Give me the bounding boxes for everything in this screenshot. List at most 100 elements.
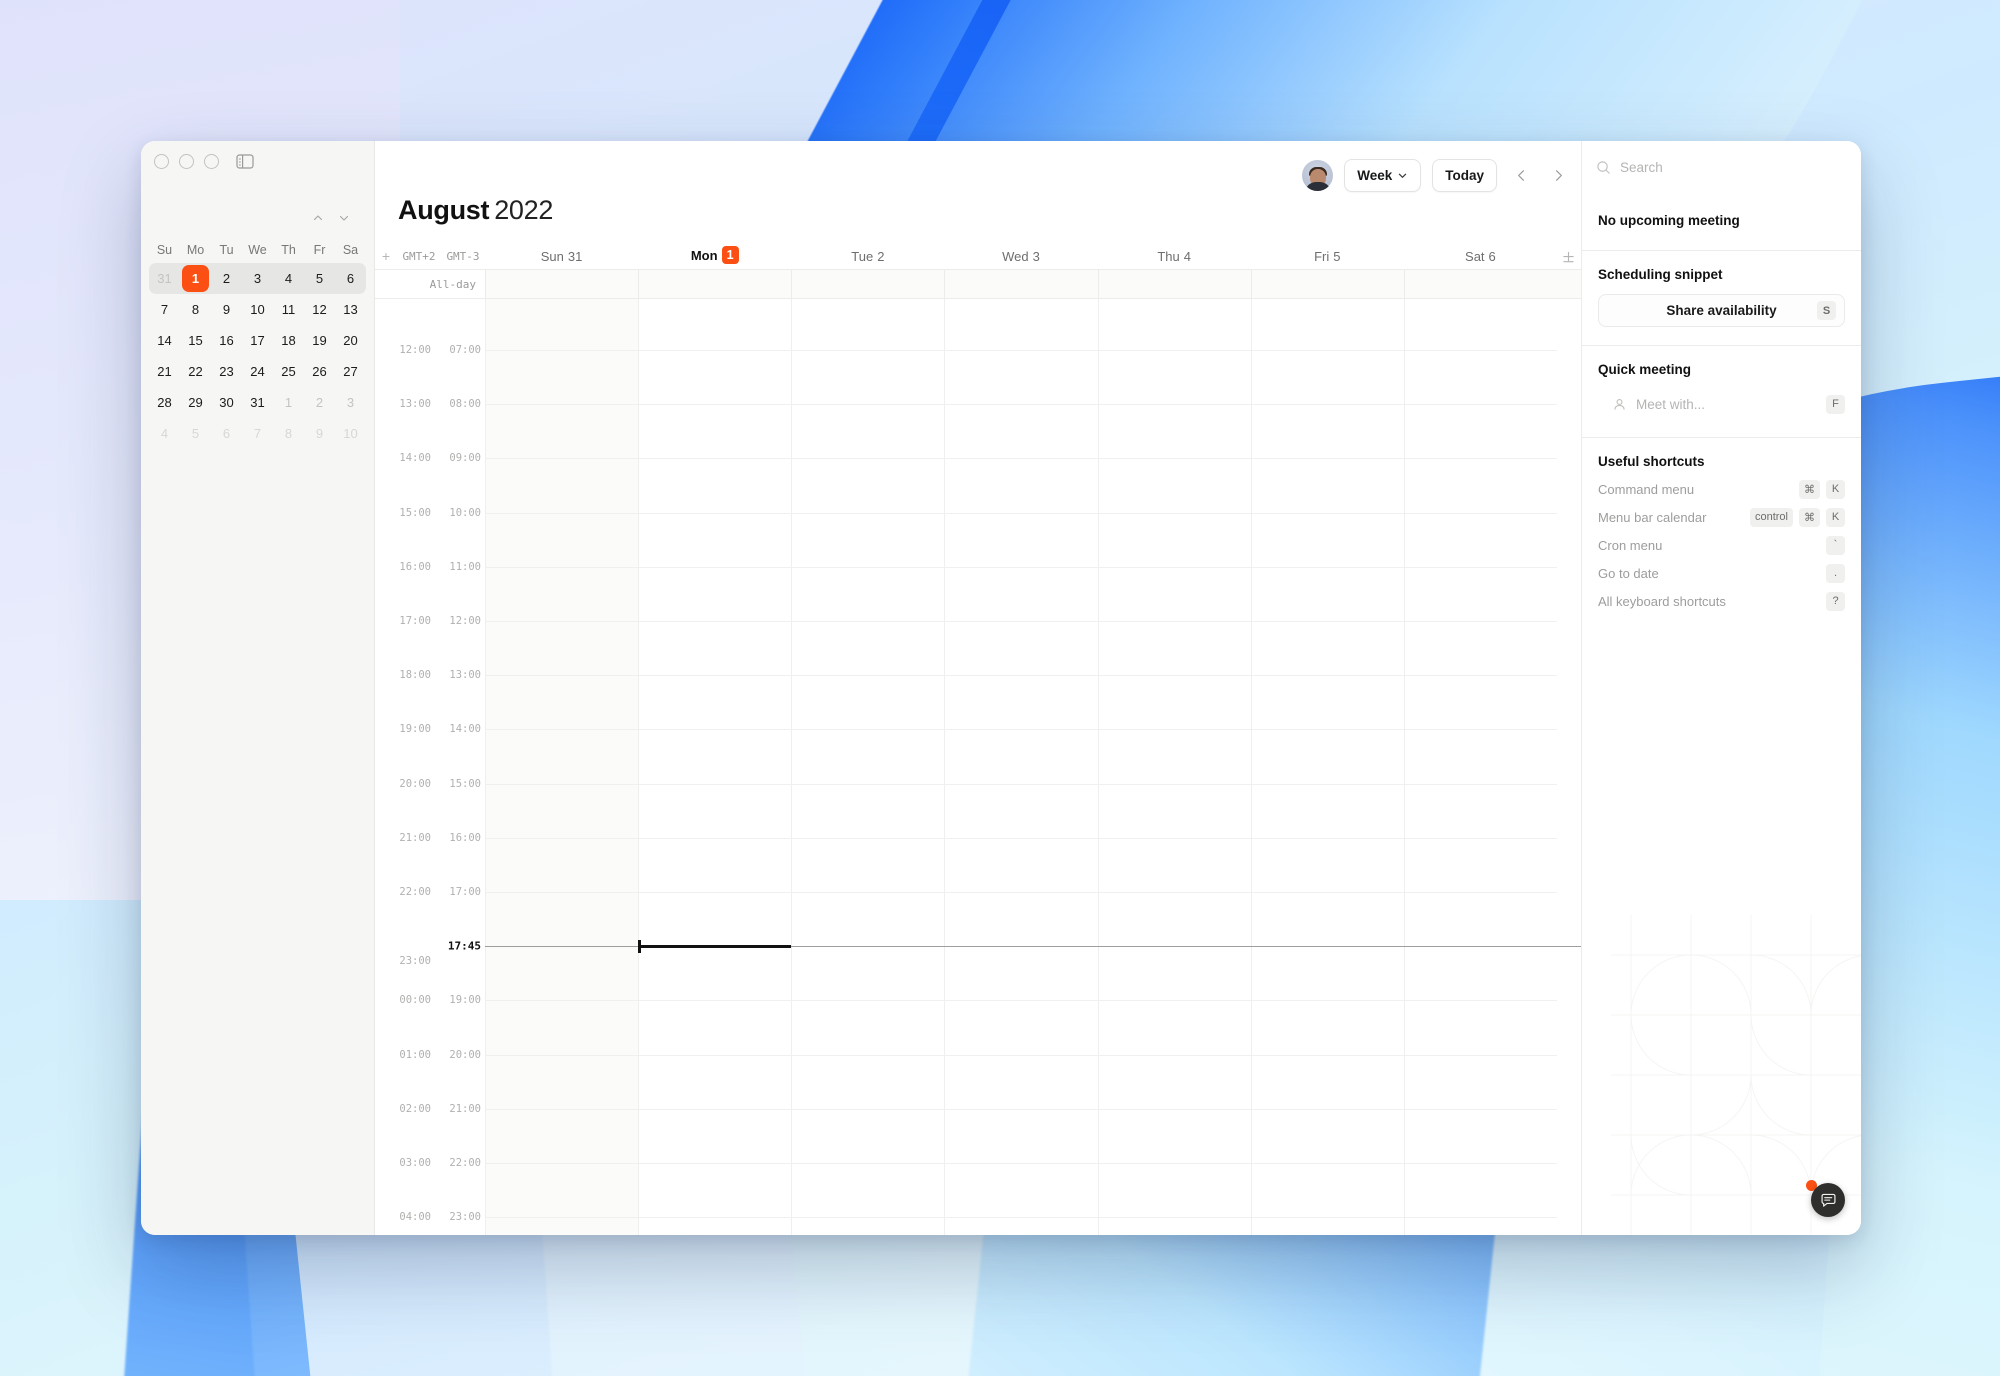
all-day-cell[interactable]	[485, 270, 639, 298]
mini-calendar-day[interactable]: 26	[304, 356, 335, 387]
mini-calendar-day[interactable]: 8	[273, 418, 304, 449]
mini-calendar-day[interactable]: 24	[242, 356, 273, 387]
shortcut-row[interactable]: Menu bar calendar control ⌘ K	[1598, 503, 1845, 531]
collapse-columns-icon[interactable]	[1557, 251, 1581, 264]
mini-calendar-day[interactable]: 4	[273, 263, 304, 294]
mini-calendar-day[interactable]: 16	[211, 325, 242, 356]
mini-calendar-day[interactable]: 7	[242, 418, 273, 449]
minimize-button[interactable]	[179, 154, 194, 169]
mini-calendar-day[interactable]: 28	[149, 387, 180, 418]
chevron-left-icon[interactable]	[1508, 163, 1534, 189]
all-day-row[interactable]: All-day	[375, 269, 1581, 299]
plus-icon[interactable]: +	[375, 248, 397, 264]
mini-calendar-day[interactable]: 5	[304, 263, 335, 294]
shortcut-row[interactable]: Cron menu `	[1598, 531, 1845, 559]
grid-hour-line	[485, 1054, 1557, 1056]
time-label-tz1: 02:00	[399, 1102, 431, 1115]
mini-calendar-day[interactable]: 5	[180, 418, 211, 449]
mini-calendar-day[interactable]: 11	[273, 294, 304, 325]
mini-calendar-day[interactable]: 9	[304, 418, 335, 449]
mini-calendar-day[interactable]: 12	[304, 294, 335, 325]
mini-calendar-day[interactable]: 10	[242, 294, 273, 325]
mini-calendar-day[interactable]: 9	[211, 294, 242, 325]
day-header-mon[interactable]: Mon 1	[638, 246, 791, 264]
mini-calendar-day[interactable]: 31	[242, 387, 273, 418]
sidebar-toggle-icon[interactable]	[236, 154, 254, 169]
mini-calendar-day[interactable]: 1	[273, 387, 304, 418]
all-day-cell[interactable]	[791, 270, 945, 298]
mini-calendar-day[interactable]: 6	[211, 418, 242, 449]
zoom-button[interactable]	[204, 154, 219, 169]
day-header-tue[interactable]: Tue 2	[791, 249, 944, 264]
mini-calendar-day[interactable]: 20	[335, 325, 366, 356]
day-header-fri[interactable]: Fri 5	[1251, 249, 1404, 264]
mini-calendar-day[interactable]: 3	[335, 387, 366, 418]
mini-calendar-day[interactable]: 4	[149, 418, 180, 449]
chevron-up-icon[interactable]	[311, 211, 325, 225]
close-button[interactable]	[154, 154, 169, 169]
day-header-sun[interactable]: Sun 31	[485, 249, 638, 264]
all-day-cell[interactable]	[1097, 270, 1251, 298]
mini-calendar-day[interactable]: 14	[149, 325, 180, 356]
mini-calendar-day[interactable]: 1	[180, 263, 211, 294]
shortcut-row[interactable]: Command menu ⌘ K	[1598, 475, 1845, 503]
mini-calendar-day[interactable]: 2	[304, 387, 335, 418]
mini-calendar-day[interactable]: 18	[273, 325, 304, 356]
mini-calendar-day[interactable]: 21	[149, 356, 180, 387]
calendar-grid[interactable]: 12:00 07:00 13:00 08:00 14:00 09:00 15:00 10:00…	[375, 299, 1581, 1235]
day-column-sun[interactable]	[485, 299, 639, 1235]
mini-calendar-day[interactable]: 30	[211, 387, 242, 418]
timezone-label[interactable]: GMT+2	[397, 250, 441, 263]
day-header-thu[interactable]: Thu 4	[1098, 249, 1251, 264]
mini-calendar-day[interactable]: 29	[180, 387, 211, 418]
day-header-row: + GMT+2 GMT-3 Sun 31 Mon 1 Tue 2 Wed 3 Thu 4 Fri 5 Sat 6	[375, 241, 1581, 269]
meet-with-input[interactable]: Meet with... F	[1598, 389, 1845, 419]
share-availability-button[interactable]: Share availability S	[1598, 294, 1845, 327]
day-header-wed[interactable]: Wed 3	[944, 249, 1097, 264]
day-column-sat[interactable]	[1403, 299, 1557, 1235]
day-columns[interactable]	[485, 299, 1557, 1235]
chat-bubble-button[interactable]	[1811, 1183, 1845, 1217]
mini-calendar-day[interactable]: 19	[304, 325, 335, 356]
mini-calendar-day-number: 1	[182, 265, 209, 292]
view-selector[interactable]: Week	[1344, 159, 1422, 192]
search-input[interactable]: Search	[1620, 160, 1663, 175]
day-header-sat[interactable]: Sat 6	[1404, 249, 1557, 264]
today-button[interactable]: Today	[1432, 159, 1497, 192]
mini-calendar-day[interactable]: 6	[335, 263, 366, 294]
day-column-fri[interactable]	[1250, 299, 1404, 1235]
day-column-tue[interactable]	[791, 299, 944, 1235]
mini-calendar-day[interactable]: 22	[180, 356, 211, 387]
all-day-cell[interactable]	[1403, 270, 1557, 298]
mini-calendar-day[interactable]: 2	[211, 263, 242, 294]
chevron-right-icon[interactable]	[1545, 163, 1571, 189]
day-column-wed[interactable]	[944, 299, 1097, 1235]
mini-calendar-day[interactable]: 10	[335, 418, 366, 449]
mini-calendar-day[interactable]: 31	[149, 263, 180, 294]
mini-calendar-day[interactable]: 17	[242, 325, 273, 356]
timezone-label[interactable]: GMT-3	[441, 250, 485, 263]
mini-calendar-day[interactable]: 7	[149, 294, 180, 325]
mini-calendar-day[interactable]: 23	[211, 356, 242, 387]
mini-calendar[interactable]: Su Mo Tu We Th Fr Sa 31 1 2 3 4 5 6 7 8 9 10 11 12 13 14 15 16 1…	[141, 225, 374, 449]
mini-calendar-day[interactable]: 8	[180, 294, 211, 325]
mini-calendar-day[interactable]: 15	[180, 325, 211, 356]
search-bar[interactable]: Search	[1582, 141, 1861, 193]
mini-calendar-day[interactable]: 27	[335, 356, 366, 387]
day-column-thu[interactable]	[1097, 299, 1251, 1235]
day-column-mon[interactable]	[638, 299, 791, 1235]
mini-calendar-day[interactable]: 3	[242, 263, 273, 294]
mini-calendar-day[interactable]: 13	[335, 294, 366, 325]
meet-with-placeholder[interactable]: Meet with...	[1636, 397, 1705, 412]
mini-calendar-day-number: 15	[188, 333, 203, 348]
all-day-cell[interactable]	[1250, 270, 1404, 298]
time-label-tz1: 22:00	[399, 886, 431, 898]
user-avatar[interactable]	[1302, 160, 1334, 191]
shortcut-row[interactable]: All keyboard shortcuts?	[1598, 587, 1845, 615]
mini-calendar-day[interactable]: 25	[273, 356, 304, 387]
chevron-down-icon[interactable]	[337, 211, 351, 225]
all-day-cell[interactable]	[944, 270, 1098, 298]
shortcut-key: K	[1826, 507, 1845, 527]
all-day-cell[interactable]	[638, 270, 792, 298]
shortcut-row[interactable]: Go to date.	[1598, 559, 1845, 587]
